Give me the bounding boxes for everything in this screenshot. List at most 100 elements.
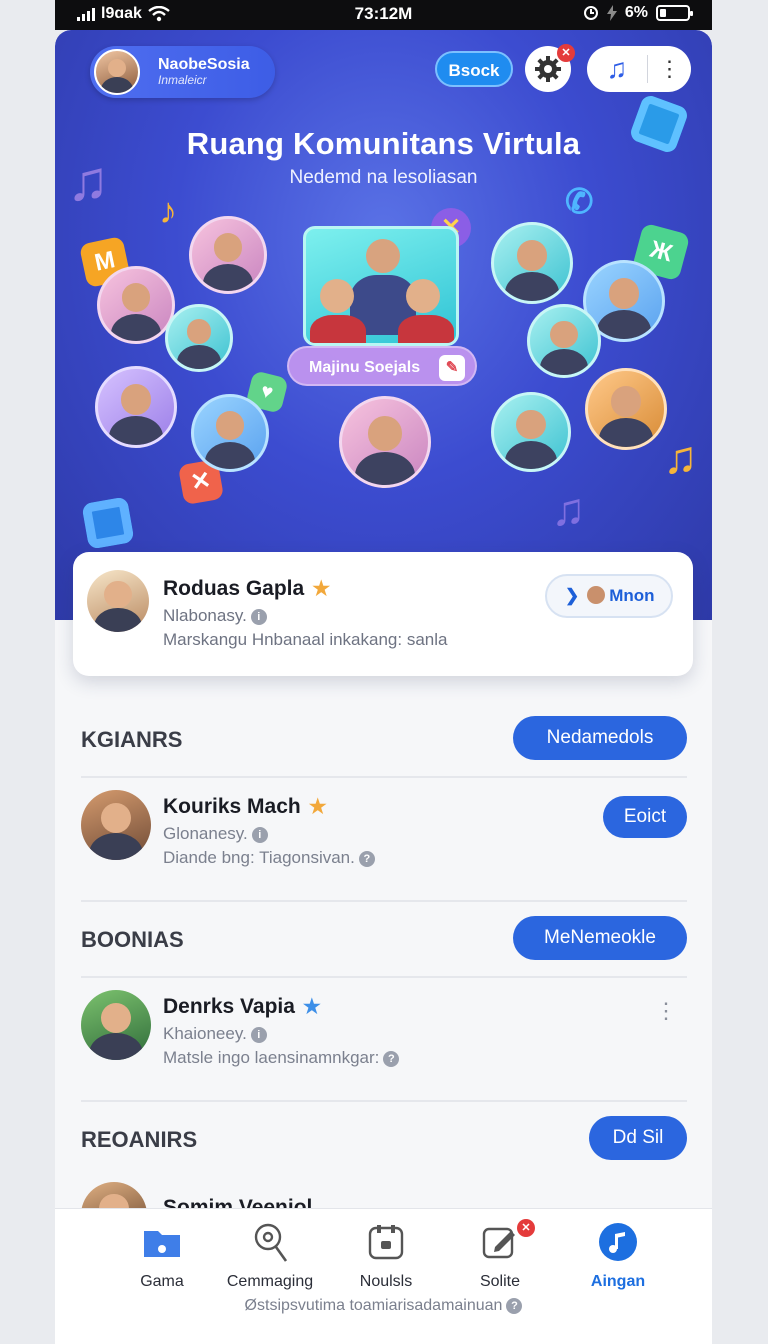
settings-button[interactable]: ✕ — [525, 44, 575, 92]
member-description-text: Matsle ingo laensinamnkgar: — [163, 1048, 380, 1067]
profile-pill[interactable]: NaobeSosia Inmaleicr — [90, 46, 275, 98]
star-icon: ★ — [308, 796, 327, 818]
tab-solite[interactable]: ✕ Solite — [445, 1219, 555, 1291]
social-chip-label: Majinu Soejals — [309, 359, 421, 376]
star-icon: ★ — [302, 996, 321, 1018]
member-row[interactable]: Denrks Vapia ★ Khaioneey. i Matsle ingo la… — [81, 990, 687, 1070]
member-name: Denrks Vapia ★ — [163, 994, 321, 1019]
member-avatar[interactable] — [95, 366, 177, 448]
divider — [81, 1100, 687, 1102]
member-subtitle-text: Khaioneey. — [163, 1024, 247, 1043]
member-description-text: Diande bng: Tiagonsivan. — [163, 848, 355, 867]
info-icon: i — [250, 1027, 267, 1043]
music-note-icon: ♫ — [663, 431, 698, 483]
book-button[interactable]: Bsock — [435, 51, 513, 87]
avatar — [81, 990, 151, 1060]
member-name: Kouriks Mach ★ — [163, 794, 327, 819]
footer-note: Østsipsvutima toamiarisadamainuan? — [55, 1297, 712, 1315]
member-avatar[interactable] — [527, 304, 601, 378]
section-header: KGIANRS Nedamedols — [81, 716, 687, 762]
divider — [81, 900, 687, 902]
section-action-button[interactable]: MeNemeokle — [513, 916, 687, 960]
member-description: Matsle ingo laensinamnkgar:? — [163, 1048, 400, 1068]
social-chip[interactable]: Majinu Soejals ✎ — [287, 346, 477, 386]
music-note-icon: ♫ — [551, 483, 586, 535]
member-avatar[interactable] — [491, 392, 571, 472]
battery-icon — [656, 5, 693, 21]
avatar — [94, 49, 140, 95]
section-action-button[interactable]: Nedamedols — [513, 716, 687, 760]
page-title: Ruang Komunitans Virtula — [186, 126, 581, 161]
member-avatar[interactable] — [339, 396, 431, 488]
member-avatar[interactable] — [165, 304, 233, 372]
more-options-icon[interactable]: ⋮ — [655, 998, 677, 1024]
app-tile-icon — [81, 496, 135, 550]
music-menu[interactable]: ♫ ⋮ — [587, 46, 691, 92]
notification-badge: ✕ — [557, 44, 575, 62]
battery-percent: 6% — [624, 4, 648, 21]
status-bar: l9ɑak 73:12M 6% — [55, 0, 712, 30]
divider — [81, 776, 687, 778]
section-label: BOONIAS — [81, 927, 184, 952]
featured-subtitle: Nlabonasy. i — [163, 606, 267, 626]
avatar — [81, 790, 151, 860]
tab-aingan[interactable]: Aingan — [563, 1219, 673, 1291]
help-icon: ? — [506, 1298, 523, 1314]
section-action-button[interactable]: Dd Sil — [589, 1116, 687, 1160]
alarm-icon — [583, 6, 598, 20]
page-subtitle: Nedemd na lesoliasan — [289, 167, 478, 188]
music-note-icon: ♪ — [159, 190, 177, 231]
notes-icon — [331, 1219, 441, 1265]
chevron-right-icon: ❯ — [565, 586, 580, 605]
status-right: 6% — [583, 4, 693, 22]
info-icon: i — [251, 827, 268, 843]
member-subtitle: Glonanesy. i — [163, 824, 268, 844]
footer-note-text: Østsipsvutima toamiarisadamainuan — [244, 1297, 503, 1314]
bottom-tab-bar: Gama Cemmaging Noulsls ✕ Solite Aingan — [55, 1208, 712, 1344]
tab-label: Cemmaging — [226, 1273, 314, 1290]
tab-gama[interactable]: Gama — [107, 1219, 217, 1291]
featured-action-button[interactable]: ❯ Mnon — [545, 574, 673, 618]
tab-label: Solite — [479, 1273, 521, 1290]
phone-icon: ✆ — [565, 183, 594, 221]
group-photo[interactable] — [303, 226, 459, 346]
help-icon: ? — [383, 1051, 400, 1067]
member-avatar[interactable] — [191, 394, 269, 472]
notification-badge: ✕ — [517, 1219, 535, 1237]
member-name-text: Kouriks Mach — [163, 795, 301, 818]
section-header: BOONIAS MeNemeokle — [81, 916, 687, 962]
tab-label: Gama — [140, 1273, 184, 1290]
featured-name: Roduas Gapla ★ — [163, 576, 330, 601]
section-label: REOANIRS — [81, 1127, 198, 1152]
member-avatar[interactable] — [585, 368, 667, 450]
member-avatar[interactable] — [491, 222, 573, 304]
member-subtitle: Khaioneey. i — [163, 1024, 267, 1044]
section-header: REOANIRS Dd Sil — [81, 1116, 687, 1162]
avatar — [87, 570, 149, 632]
member-name-text: Denrks Vapia — [163, 995, 295, 1018]
section-label: KGIANRS — [81, 727, 183, 752]
star-icon: ★ — [312, 578, 331, 600]
profile-name: NaobeSosia — [158, 56, 250, 74]
featured-description: Marskangu Hnbanaal inkakang: sanla — [163, 630, 448, 649]
tab-label: Noulsls — [359, 1273, 413, 1290]
more-options-icon[interactable]: ⋮ — [648, 46, 691, 92]
featured-member-card[interactable]: Roduas Gapla ★ Nlabonasy. i Marskangu Hnba… — [73, 552, 693, 676]
divider — [81, 976, 687, 978]
tab-cemmaging[interactable]: Cemmaging — [215, 1219, 325, 1291]
music-note-icon — [563, 1219, 673, 1265]
featured-action-label: Mnon — [609, 586, 655, 605]
music-note-icon[interactable]: ♫ — [587, 46, 647, 92]
pencil-icon: ✎ — [439, 355, 465, 381]
member-description: Diande bng: Tiagonsivan.? — [163, 848, 375, 868]
member-avatar[interactable] — [97, 266, 175, 344]
member-row[interactable]: Kouriks Mach ★ Glonanesy. i Diande bng: Ti… — [81, 790, 687, 870]
edit-button[interactable]: Eoict — [603, 796, 687, 838]
map-folder-icon — [107, 1219, 217, 1265]
location-pin-icon — [215, 1219, 325, 1265]
tab-noulsls[interactable]: Noulsls — [331, 1219, 441, 1291]
edit-icon: ✕ — [445, 1219, 555, 1265]
profile-subtitle: Inmaleicr — [158, 73, 207, 88]
member-avatar[interactable] — [189, 216, 267, 294]
app-screen: NaobeSosia Inmaleicr Bsock ✕ ♫ ⋮ Ruang K… — [55, 30, 712, 1344]
